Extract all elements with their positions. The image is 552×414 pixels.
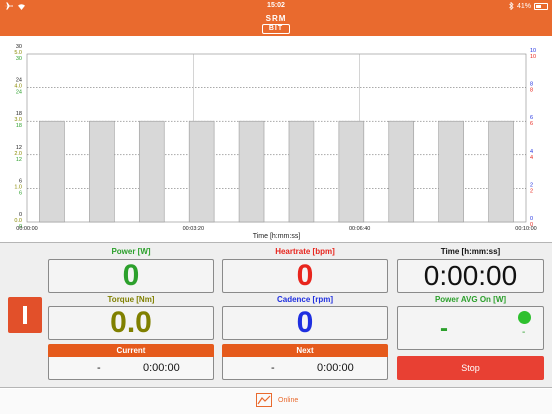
chart-bar — [89, 120, 115, 223]
status-bar: 15:02 41% — [0, 0, 552, 12]
current-time: 0:00:00 — [143, 362, 180, 374]
left-axis-tick-label: 6 — [19, 190, 22, 196]
next-value: - — [271, 362, 275, 374]
chart-bar — [138, 120, 165, 223]
left-axis-tick-label: 18 — [16, 123, 22, 129]
current-header: Current — [48, 344, 214, 357]
logo-line1: SRM — [265, 14, 287, 23]
time-value: 0:00:00 — [423, 260, 518, 291]
torque-label: Torque [Nm] — [107, 295, 155, 304]
dashboard-panel: Power [W] Heartrate [bpm] Time [h:mm:ss]… — [0, 242, 552, 388]
heartrate-label: Heartrate [bpm] — [275, 247, 335, 256]
x-axis-tick-label: 00:03:20 — [183, 226, 204, 232]
right-axis-tick-label: 8 — [530, 88, 533, 94]
x-axis-tick-label: 00:00:00 — [16, 226, 37, 232]
torque-value: 0.0 — [110, 306, 152, 339]
chart-line-icon — [256, 393, 272, 407]
current-value: - — [97, 362, 101, 374]
status-time: 15:02 — [267, 2, 285, 9]
power-avg-small-value: - — [522, 327, 526, 338]
right-axis-tick-label: 10 — [530, 54, 536, 60]
bluetooth-icon — [509, 2, 514, 10]
chart-bar — [188, 120, 215, 223]
right-axis-tick-label: 4 — [530, 155, 533, 161]
torque-box: 0.0 — [48, 306, 214, 340]
chart-bar — [338, 120, 365, 223]
app-header: 15:02 41% SRM BIT — [0, 0, 552, 36]
time-label: Time [h:mm:ss] — [440, 247, 501, 256]
chart-bar — [488, 120, 514, 223]
battery-percent: 41% — [516, 2, 531, 10]
power-avg-label: Power AVG On [W] — [434, 295, 507, 304]
battery-fill — [536, 4, 541, 8]
cadence-label: Cadence [rpm] — [276, 295, 333, 304]
x-axis-tick-label: 00:10:00 — [515, 226, 536, 232]
heartrate-box: 0 — [222, 259, 388, 293]
chart-bar — [39, 120, 65, 223]
app-root: 15:02 41% SRM BIT 30 5.0 30 24 4.0 24 18 3.0 18 1… — [0, 0, 552, 414]
right-axis-tick-label: 6 — [530, 121, 533, 127]
power-avg-box: - - — [397, 306, 544, 350]
x-axis-tick-label: 00:06:40 — [349, 226, 370, 232]
battery-icon — [534, 2, 548, 10]
power-value: 0 — [122, 259, 140, 292]
next-body: - 0:00:00 — [222, 357, 388, 380]
next-header: Next — [222, 344, 388, 357]
left-axis-tick-label: 12 — [16, 157, 22, 163]
power-avg-value: - — [440, 315, 448, 342]
tab-bar: Online — [0, 389, 552, 414]
lap-button[interactable] — [8, 297, 42, 333]
time-box: 0:00:00 — [397, 259, 544, 293]
left-axis-tick-label: 30 — [16, 56, 22, 62]
lap-icon — [23, 306, 27, 324]
next-time: 0:00:00 — [317, 362, 354, 374]
cadence-value: 0 — [296, 306, 314, 339]
cadence-box: 0 — [222, 306, 388, 340]
chart-bar — [438, 120, 464, 223]
power-box: 0 — [48, 259, 214, 293]
x-axis-label: Time [h:mm:ss] — [253, 233, 301, 240]
tab-online-label: Online — [278, 396, 299, 404]
logo-line2: BIT — [262, 24, 290, 34]
heartrate-value: 0 — [296, 259, 314, 292]
chart-bar — [288, 120, 315, 223]
chart-svg: 305.030244.024183.018122.01261.0600.0010… — [14, 44, 536, 240]
chart-bar — [388, 120, 415, 223]
status-right: 41% — [509, 2, 548, 10]
training-chart: 30 5.0 30 24 4.0 24 18 3.0 18 12 2.0 12 6 1.0 6 0 0.0 0 10… — [0, 36, 552, 242]
power-label: Power [W] — [111, 247, 151, 256]
app-logo: SRM BIT — [258, 14, 294, 34]
right-axis-tick-label: 2 — [530, 188, 533, 194]
status-dot-icon — [518, 311, 531, 324]
tab-online[interactable]: Online — [256, 393, 298, 407]
chart-bar — [238, 120, 265, 223]
stop-button[interactable]: Stop — [397, 356, 544, 380]
current-body: - 0:00:00 — [48, 357, 214, 380]
left-axis-tick-label: 24 — [16, 90, 22, 96]
